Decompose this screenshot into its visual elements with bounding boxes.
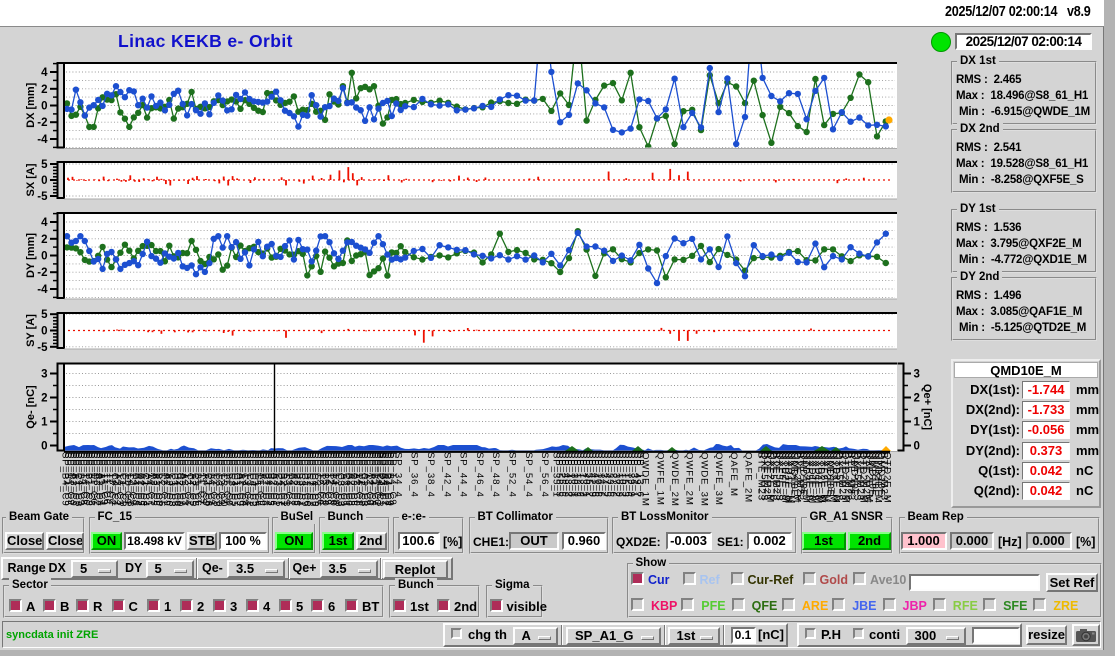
svg-text:SY [A]: SY [A] xyxy=(25,314,37,347)
svg-text:Qe+ [nC]: Qe+ [nC] xyxy=(921,384,933,430)
svg-text:5: 5 xyxy=(41,309,48,321)
svg-text:DY [mm]: DY [mm] xyxy=(25,233,37,278)
svg-text:-5: -5 xyxy=(37,342,48,354)
svg-text:QWFE_3M: QWFE_3M xyxy=(713,452,724,506)
svg-text:SP_46_4: SP_46_4 xyxy=(474,452,485,498)
svg-text:SP_32_4: SP_32_4 xyxy=(376,452,387,498)
svg-text:SP_42_4: SP_42_4 xyxy=(441,452,452,498)
svg-text:2: 2 xyxy=(41,393,47,405)
svg-text:-4: -4 xyxy=(37,284,48,296)
svg-text:SX [A]: SX [A] xyxy=(25,163,37,196)
svg-text:SP_56_4: SP_56_4 xyxy=(539,452,550,498)
svg-text:-4: -4 xyxy=(37,134,48,146)
svg-text:QWDE_2M: QWDE_2M xyxy=(669,452,680,507)
svg-text:QAFE_M: QAFE_M xyxy=(728,452,739,497)
svg-text:SP_36_4: SP_36_4 xyxy=(409,452,420,498)
svg-text:QWDE_1M: QWDE_1M xyxy=(640,452,651,507)
svg-text:DX [mm]: DX [mm] xyxy=(25,82,37,128)
svg-text:QTD2E_M: QTD2E_M xyxy=(882,452,893,504)
svg-text:4: 4 xyxy=(41,217,48,229)
svg-text:1: 1 xyxy=(41,417,48,429)
svg-text:SP_34_4: SP_34_4 xyxy=(392,452,403,498)
svg-text:SP_54_4: SP_54_4 xyxy=(523,452,534,498)
svg-text:QWFE_1M: QWFE_1M xyxy=(654,452,665,506)
svg-text:0: 0 xyxy=(41,326,47,338)
svg-text:1: 1 xyxy=(914,417,921,429)
svg-text:-2: -2 xyxy=(37,117,47,129)
svg-text:2: 2 xyxy=(914,393,920,405)
svg-text:0: 0 xyxy=(41,175,47,187)
svg-text:3: 3 xyxy=(914,369,920,381)
svg-text:3: 3 xyxy=(41,369,47,381)
svg-text:4: 4 xyxy=(41,67,48,79)
svg-text:Qe- [nC]: Qe- [nC] xyxy=(25,385,37,429)
svg-text:QWFE_2M: QWFE_2M xyxy=(684,452,695,506)
svg-text:QAFE_2M: QAFE_2M xyxy=(743,452,754,503)
svg-text:0: 0 xyxy=(41,101,47,113)
svg-text:SP_52_4: SP_52_4 xyxy=(507,452,518,498)
svg-text:0: 0 xyxy=(41,251,47,263)
svg-text:0: 0 xyxy=(914,441,920,453)
svg-text:2: 2 xyxy=(41,84,47,96)
svg-text:SP_44_4: SP_44_4 xyxy=(458,452,469,498)
svg-text:5: 5 xyxy=(41,159,48,171)
svg-text:SP_48_4: SP_48_4 xyxy=(490,452,501,498)
svg-text:0: 0 xyxy=(41,441,47,453)
svg-text:QWDE_3M: QWDE_3M xyxy=(698,452,709,507)
svg-text:2: 2 xyxy=(41,234,47,246)
svg-text:-2: -2 xyxy=(37,267,47,279)
svg-text:-5: -5 xyxy=(37,191,48,203)
svg-text:SP_38_4: SP_38_4 xyxy=(425,452,436,498)
